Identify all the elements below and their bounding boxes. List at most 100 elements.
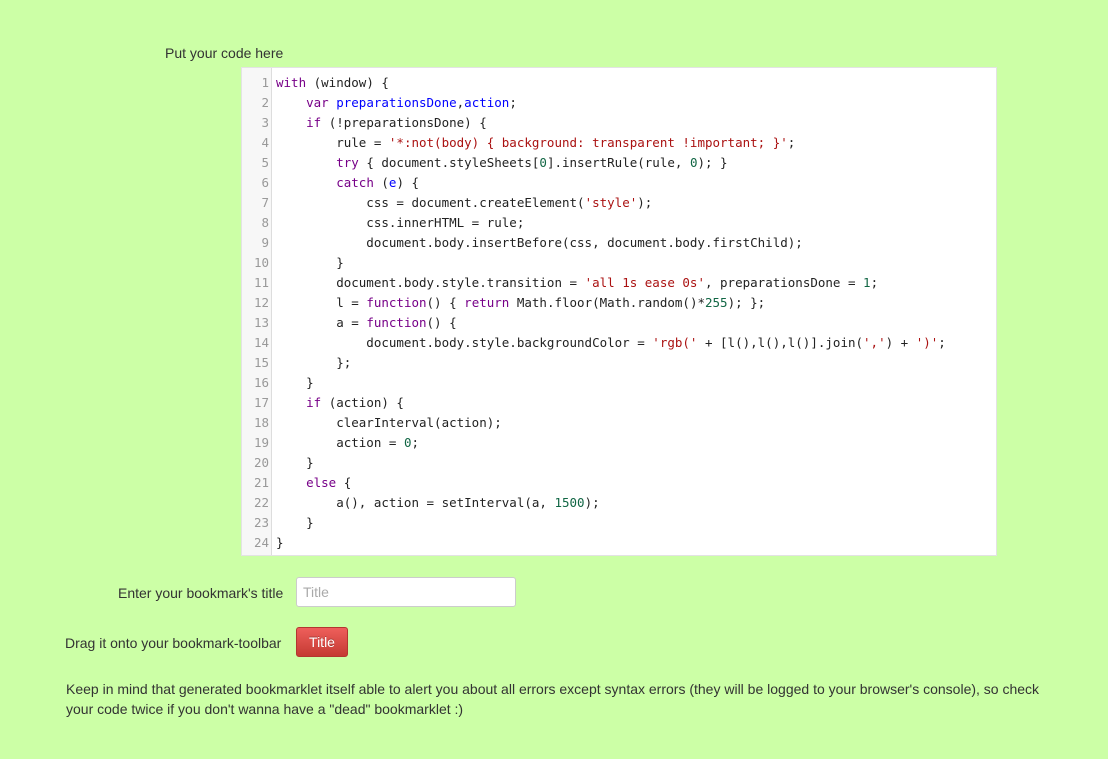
bookmark-title-input[interactable] xyxy=(296,577,516,607)
code-token: action = xyxy=(276,435,404,450)
code-text: } xyxy=(276,253,344,273)
code-token: ); }; xyxy=(727,295,766,310)
code-token: Math.floor(Math.random()* xyxy=(509,295,705,310)
code-line[interactable]: 4 rule = '*:not(body) { background: tran… xyxy=(242,133,996,153)
code-editor[interactable]: 1 with (window) {2 var preparationsDone,a… xyxy=(241,67,997,556)
code-line[interactable]: 22 a(), action = setInterval(a, 1500); xyxy=(242,493,996,513)
line-number: 2 xyxy=(261,95,269,110)
code-token: ')' xyxy=(915,335,939,350)
code-token: rule = xyxy=(276,135,389,150)
line-number: 21 xyxy=(253,475,269,490)
code-line[interactable]: 7 css = document.createElement('style'); xyxy=(242,193,996,213)
code-line[interactable]: 3 if (!preparationsDone) { xyxy=(242,113,996,133)
code-token: with xyxy=(276,75,307,90)
bookmark-title-label: Enter your bookmark's title xyxy=(118,585,284,601)
code-token: (!preparationsDone) { xyxy=(321,115,487,130)
line-number: 19 xyxy=(253,435,269,450)
code-text: else { xyxy=(276,473,351,493)
code-line[interactable]: 6 catch (e) { xyxy=(242,173,996,193)
code-token: () { xyxy=(426,315,457,330)
code-text: } xyxy=(276,533,284,553)
code-line[interactable]: 19 action = 0; xyxy=(242,433,996,453)
code-line[interactable]: 20 } xyxy=(242,453,996,473)
line-number: 13 xyxy=(253,315,269,330)
code-line[interactable]: 21 else { xyxy=(242,473,996,493)
code-text: if (!preparationsDone) { xyxy=(276,113,487,133)
code-line[interactable]: 1 with (window) { xyxy=(242,73,996,93)
code-line[interactable]: 18 clearInterval(action); xyxy=(242,413,996,433)
code-line[interactable]: 17 if (action) { xyxy=(242,393,996,413)
code-token: ; xyxy=(938,335,946,350)
line-number: 22 xyxy=(253,495,269,510)
code-token: function xyxy=(366,295,427,310)
code-token: action xyxy=(464,95,510,110)
code-token: if xyxy=(306,115,322,130)
code-line[interactable]: 24} xyxy=(242,533,996,553)
code-token: , preparationsDone = xyxy=(704,275,864,290)
code-token: a = xyxy=(276,315,367,330)
code-token: 'rgb(' xyxy=(652,335,698,350)
code-token: ',' xyxy=(863,335,886,350)
code-token: preparationsDone xyxy=(336,95,457,110)
code-text: with (window) { xyxy=(276,73,389,93)
code-text: action = 0; xyxy=(276,433,419,453)
code-line[interactable]: 10 } xyxy=(242,253,996,273)
bookmarklet-button[interactable]: Title xyxy=(296,627,348,657)
line-number: 20 xyxy=(253,455,269,470)
code-token: document.body.style.transition = xyxy=(276,275,585,290)
code-line[interactable]: 9 document.body.insertBefore(css, docume… xyxy=(242,233,996,253)
code-text: var preparationsDone,action; xyxy=(276,93,517,113)
code-line[interactable]: 8 css.innerHTML = rule; xyxy=(242,213,996,233)
code-text: a = function() { xyxy=(276,313,457,333)
code-token: 1 xyxy=(863,275,871,290)
code-token: { xyxy=(336,475,352,490)
line-number: 3 xyxy=(261,115,269,130)
code-line[interactable]: 12 l = function() { return Math.floor(Ma… xyxy=(242,293,996,313)
code-token: 255 xyxy=(705,295,728,310)
line-number: 16 xyxy=(253,375,269,390)
code-line[interactable]: 23 } xyxy=(242,513,996,533)
code-line[interactable]: 16 } xyxy=(242,373,996,393)
code-token: ); xyxy=(637,195,653,210)
code-line[interactable]: 14 document.body.style.backgroundColor =… xyxy=(242,333,996,353)
code-token: 'style' xyxy=(584,195,638,210)
code-text: }; xyxy=(276,353,351,373)
code-token: ); xyxy=(584,495,600,510)
line-number: 10 xyxy=(253,255,269,270)
code-token: + [l(),l(),l()].join( xyxy=(697,335,864,350)
line-number: 15 xyxy=(253,355,269,370)
code-line[interactable]: 5 try { document.styleSheets[0].insertRu… xyxy=(242,153,996,173)
code-token: (action) { xyxy=(321,395,404,410)
code-token: css.innerHTML = rule; xyxy=(276,215,525,230)
code-token: } xyxy=(276,515,314,530)
code-text: document.body.insertBefore(css, document… xyxy=(276,233,803,253)
line-number: 24 xyxy=(253,535,269,550)
code-token: ; xyxy=(787,135,796,150)
code-line[interactable]: 15 }; xyxy=(242,353,996,373)
line-number: 8 xyxy=(261,215,269,230)
code-token: if xyxy=(306,395,322,410)
syntax-errors-note: Keep in mind that generated bookmarklet … xyxy=(66,681,1040,717)
code-line[interactable]: 2 var preparationsDone,action; xyxy=(242,93,996,113)
code-token: return xyxy=(464,295,510,310)
code-lines[interactable]: 1 with (window) {2 var preparationsDone,a… xyxy=(242,73,996,553)
code-token: document.body.insertBefore(css, document… xyxy=(276,235,803,250)
code-token: ) + xyxy=(885,335,916,350)
code-token: '*:not(body) { background: transparent !… xyxy=(388,135,788,150)
code-token: 0 xyxy=(539,155,547,170)
code-token: } xyxy=(276,455,314,470)
code-text: catch (e) { xyxy=(276,173,419,193)
code-token: css = document.createElement( xyxy=(276,195,585,210)
code-line[interactable]: 13 a = function() { xyxy=(242,313,996,333)
code-token: ); } xyxy=(697,155,728,170)
code-token: ) { xyxy=(396,175,420,190)
code-token: function xyxy=(366,315,427,330)
code-token: ; xyxy=(509,95,517,110)
line-number: 1 xyxy=(261,75,269,90)
code-line[interactable]: 11 document.body.style.transition = 'all… xyxy=(242,273,996,293)
line-number: 9 xyxy=(261,235,269,250)
